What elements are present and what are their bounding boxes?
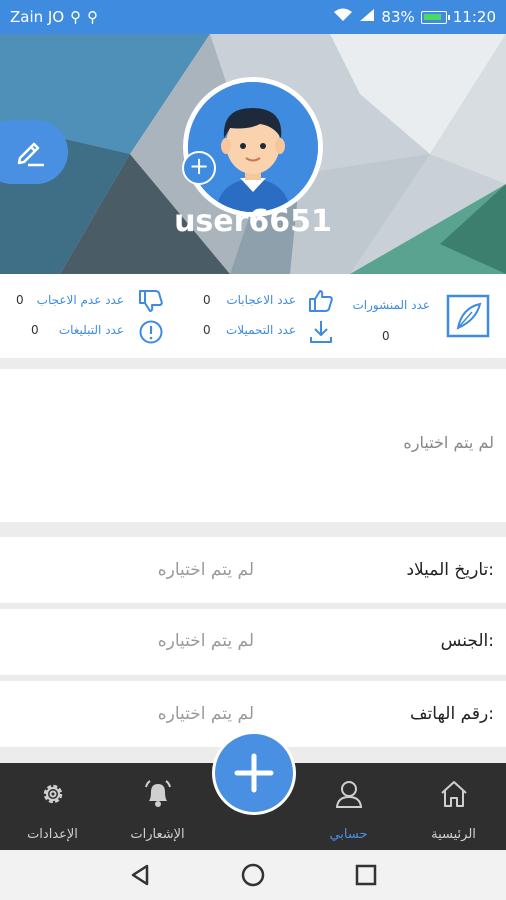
gear-icon — [43, 784, 62, 804]
battery-icon — [420, 10, 450, 24]
add-post-button[interactable] — [212, 731, 296, 815]
status-bar: Zain JO ⚲ ⚲ 83% 11:20 — [0, 0, 506, 34]
plus-icon — [234, 753, 274, 793]
birthdate-row[interactable]: تاريخ الميلاد: لم يتم اختياره — [0, 537, 506, 603]
signal-icon — [359, 8, 375, 26]
system-nav-bar — [0, 850, 506, 900]
profile-header: + user6651 — [0, 34, 506, 274]
nav-home[interactable]: الرئيسية — [403, 763, 504, 850]
dislikes-label: عدد عدم الاعجاب — [36, 293, 124, 307]
wifi-icon — [333, 8, 353, 26]
downloads-label: عدد التحميلات — [226, 323, 296, 337]
download-icon — [310, 321, 332, 343]
home-icon — [440, 781, 467, 807]
edit-profile-button[interactable] — [0, 120, 68, 184]
user-avatar-icon — [188, 82, 318, 212]
alert-icon — [139, 320, 163, 344]
nav-account-label: حسابي — [329, 827, 368, 842]
birthdate-label: تاريخ الميلاد: — [406, 560, 494, 580]
profile-screen: Zain JO ⚲ ⚲ 83% 11:20 + user6651 عدد الم… — [0, 0, 506, 900]
user-icon — [335, 781, 362, 808]
gender-label: الجنس: — [440, 631, 494, 651]
thumbs-up-icon — [309, 290, 333, 312]
add-photo-button[interactable]: + — [182, 151, 216, 185]
nav-home-label: الرئيسية — [431, 827, 476, 842]
gender-value: لم يتم اختياره — [157, 631, 254, 651]
recents-icon[interactable] — [354, 863, 378, 887]
dislikes-value: 0 — [16, 293, 24, 307]
bell-icon — [144, 780, 171, 807]
likes-label: عدد الاعجابات — [226, 293, 296, 307]
usb-icon: ⚲ — [87, 8, 99, 26]
stats-panel: عدد المنشورات 0 عدد الاعجابات 0 عدد التح… — [0, 274, 506, 358]
reports-value: 0 — [31, 323, 39, 337]
phone-label: رقم الهاتف: — [409, 704, 494, 724]
avatar[interactable] — [183, 77, 323, 217]
phone-value: لم يتم اختياره — [157, 704, 254, 724]
about-text: لم يتم اختياره — [403, 433, 494, 452]
nav-notifications-label: الإشعارات — [130, 827, 185, 842]
likes-value: 0 — [203, 293, 211, 307]
birthdate-value: لم يتم اختياره — [157, 560, 254, 580]
clock: 11:20 — [452, 8, 496, 26]
gender-row[interactable]: الجنس: لم يتم اختياره — [0, 609, 506, 675]
posts-value: 0 — [382, 329, 390, 343]
home-circle-icon[interactable] — [241, 863, 265, 887]
thumbs-down-icon — [139, 290, 163, 312]
feather-icon — [446, 294, 490, 338]
downloads-value: 0 — [203, 323, 211, 337]
battery-percent: 83% — [381, 8, 415, 26]
back-icon[interactable] — [128, 863, 152, 887]
posts-label: عدد المنشورات — [352, 298, 431, 312]
nav-notifications[interactable]: الإشعارات — [107, 763, 208, 850]
usb-icon: ⚲ — [70, 8, 82, 26]
about-section: لم يتم اختياره — [0, 369, 506, 522]
nav-settings[interactable]: الإعدادات — [2, 763, 103, 850]
username: user6651 — [174, 204, 332, 239]
nav-account[interactable]: حسابي — [298, 763, 399, 850]
carrier-label: Zain JO — [10, 8, 65, 26]
reports-label: عدد التبليغات — [58, 323, 124, 337]
pencil-icon — [17, 142, 44, 167]
nav-settings-label: الإعدادات — [27, 827, 78, 842]
